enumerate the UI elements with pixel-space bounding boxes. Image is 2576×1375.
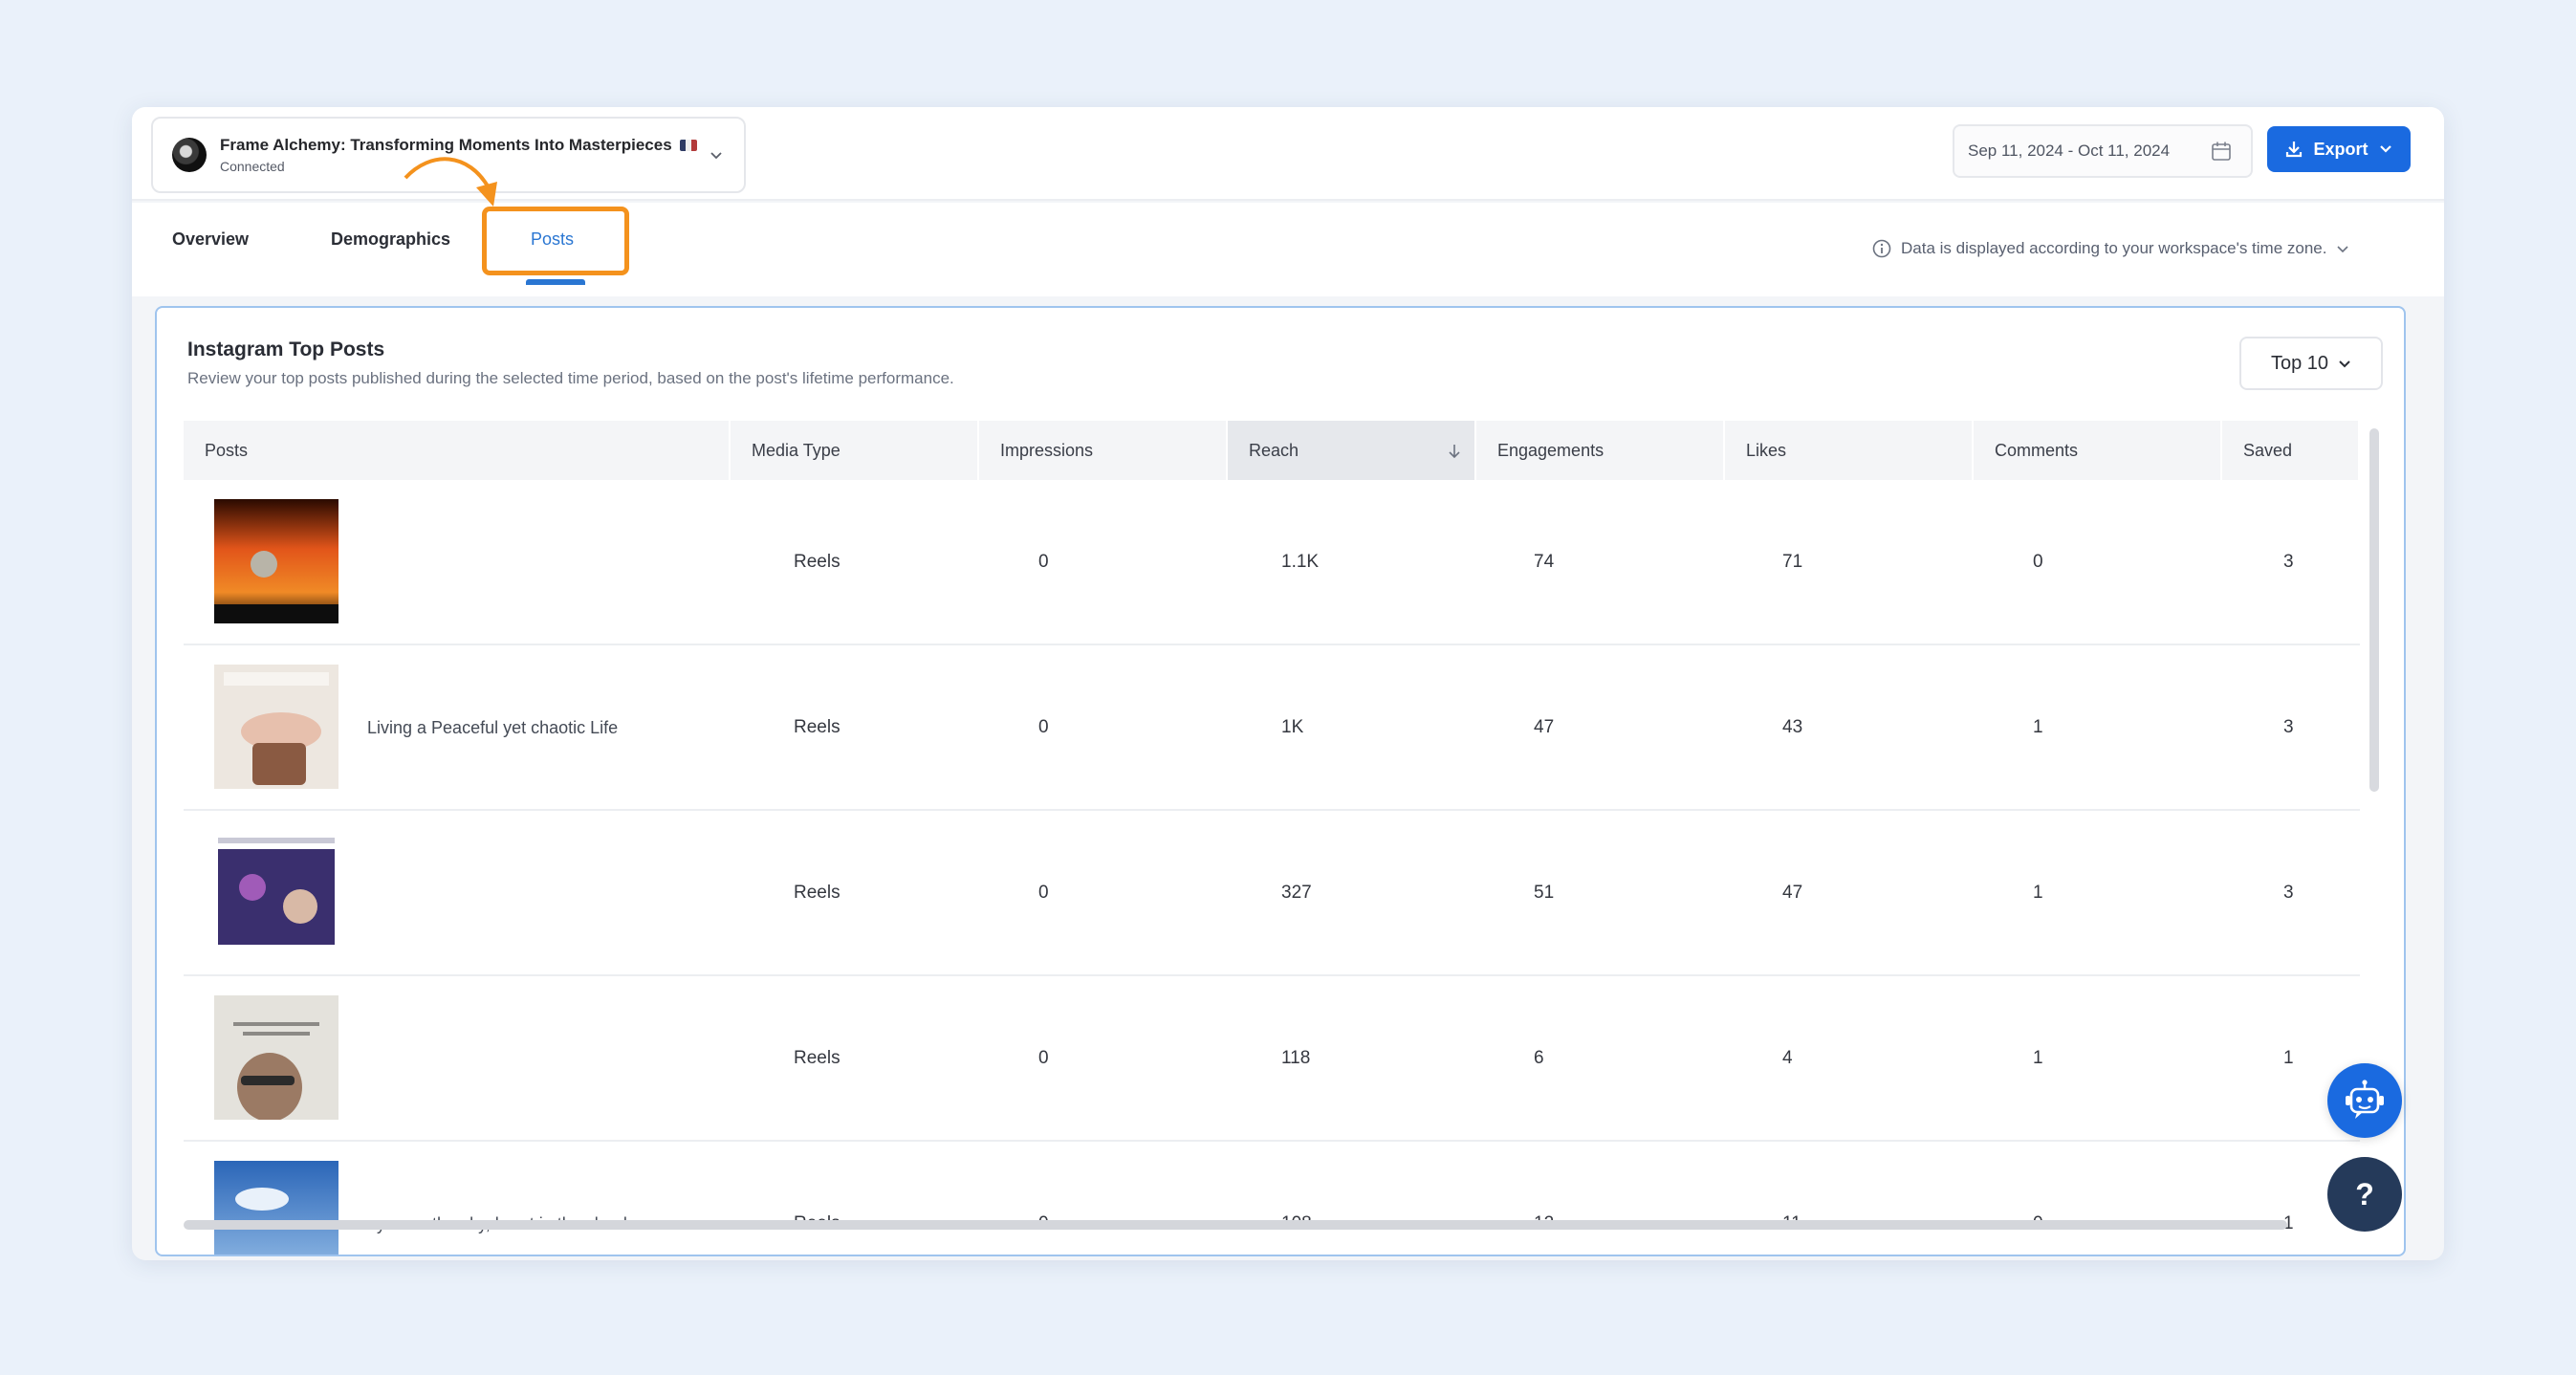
posts-table: Posts Media Type Impressions Reach Engag… (184, 421, 2360, 1255)
reach: 108 (1281, 1142, 1312, 1255)
horizontal-scrollbar[interactable] (184, 1220, 2287, 1230)
panel-title: Instagram Top Posts (187, 338, 385, 360)
export-button[interactable]: Export (2267, 126, 2411, 172)
impressions: 0 (1038, 883, 1049, 903)
media-type: Reels (794, 883, 840, 903)
engagements: 47 (1534, 717, 1555, 737)
active-tab-indicator (526, 279, 585, 285)
highlight-box (482, 207, 629, 275)
saved: 1 (2283, 1213, 2294, 1233)
download-icon (2286, 142, 2303, 158)
post-thumbnail (214, 1161, 338, 1255)
comments: 1 (2033, 717, 2043, 737)
tab-overview[interactable]: Overview (172, 229, 249, 250)
reach: 118 (1281, 1048, 1311, 1068)
date-range-picker[interactable]: Sep 11, 2024 - Oct 11, 2024 (1953, 124, 2253, 178)
saved: 3 (2283, 717, 2294, 737)
media-type: Reels (794, 1048, 840, 1068)
post-thumbnail (214, 499, 338, 623)
timezone-text: Data is displayed according to your work… (1901, 239, 2327, 257)
col-saved[interactable]: Saved (2222, 421, 2360, 480)
likes: 4 (1782, 1048, 1793, 1068)
likes: 11 (1782, 1142, 1801, 1255)
impressions: 0 (1038, 552, 1049, 572)
post-thumbnail (214, 665, 338, 789)
ai-assistant-button[interactable] (2327, 1063, 2402, 1138)
saved: 1 (2283, 1048, 2294, 1068)
comments: 0 (2033, 1142, 2043, 1255)
comments: 1 (2033, 883, 2043, 903)
panel-subtitle: Review your top posts published during t… (187, 369, 954, 387)
impressions: 0 (1038, 1048, 1049, 1068)
table-header: Posts Media Type Impressions Reach Engag… (184, 421, 2360, 480)
comments: 0 (2033, 552, 2043, 572)
media-type: Reels (794, 552, 840, 572)
col-likes[interactable]: Likes (1725, 421, 1974, 480)
chevron-down-icon (2379, 145, 2391, 153)
chevron-down-icon (710, 152, 722, 160)
curved-arrow-annotation (404, 157, 497, 207)
media-type: Reels (794, 717, 840, 737)
engagements: 51 (1534, 883, 1555, 903)
calendar-icon (2212, 142, 2231, 161)
post-thumbnail (214, 830, 338, 954)
reach: 327 (1281, 883, 1312, 903)
info-icon (1872, 239, 1891, 258)
top-count-select[interactable]: Top 10 (2239, 337, 2383, 390)
table-row[interactable]: Reels 0 1.1K 74 71 0 3 (184, 480, 2360, 645)
export-label: Export (2313, 139, 2369, 159)
post-caption: eyes on the sky, heart in the clouds (367, 1142, 636, 1255)
analytics-window: Frame Alchemy: Transforming Moments Into… (132, 107, 2444, 1260)
col-reach[interactable]: Reach (1228, 421, 1476, 480)
saved: 3 (2283, 552, 2294, 572)
avatar (172, 138, 207, 172)
table-row[interactable]: Reels 0 327 51 47 1 3 (184, 811, 2360, 976)
chevron-down-icon (2337, 246, 2349, 253)
saved: 3 (2283, 883, 2294, 903)
timezone-note[interactable]: Data is displayed according to your work… (1872, 239, 2349, 258)
engagements: 6 (1534, 1048, 1544, 1068)
col-impressions[interactable]: Impressions (979, 421, 1228, 480)
comments: 1 (2033, 1048, 2043, 1068)
col-posts[interactable]: Posts (184, 421, 731, 480)
col-media-type[interactable]: Media Type (731, 421, 979, 480)
date-range-text: Sep 11, 2024 - Oct 11, 2024 (1968, 142, 2171, 160)
reach: 1.1K (1281, 552, 1320, 572)
reach: 1K (1281, 717, 1304, 737)
table-row[interactable]: eyes on the sky, heart in the clouds Ree… (184, 1142, 2360, 1255)
col-reach-label: Reach (1249, 441, 1299, 460)
table-row[interactable]: Reels 0 118 6 4 1 1 (184, 976, 2360, 1142)
vertical-scrollbar[interactable] (2369, 428, 2379, 792)
top-count-value: Top 10 (2270, 352, 2329, 374)
likes: 71 (1782, 552, 1803, 572)
post-caption: Living a Peaceful yet chaotic Life (367, 718, 619, 737)
impressions: 0 (1038, 1142, 1049, 1255)
robot-icon (2346, 1080, 2384, 1119)
likes: 47 (1782, 883, 1803, 903)
help-button[interactable]: ? (2327, 1157, 2402, 1232)
likes: 43 (1782, 717, 1803, 737)
chevron-down-icon (2339, 360, 2350, 368)
top-posts-panel: Instagram Top Posts Review your top post… (155, 306, 2406, 1256)
col-engagements[interactable]: Engagements (1476, 421, 1725, 480)
col-comments[interactable]: Comments (1974, 421, 2222, 480)
engagements: 74 (1534, 552, 1555, 572)
flag-icon (679, 140, 697, 151)
impressions: 0 (1038, 717, 1049, 737)
post-thumbnail (214, 995, 338, 1120)
media-type: Reels (794, 1142, 840, 1255)
tab-demographics[interactable]: Demographics (331, 229, 450, 250)
sort-desc-icon (1449, 445, 1460, 459)
table-row[interactable]: Living a Peaceful yet chaotic Life Reels… (184, 645, 2360, 811)
engagements: 12 (1534, 1142, 1554, 1255)
